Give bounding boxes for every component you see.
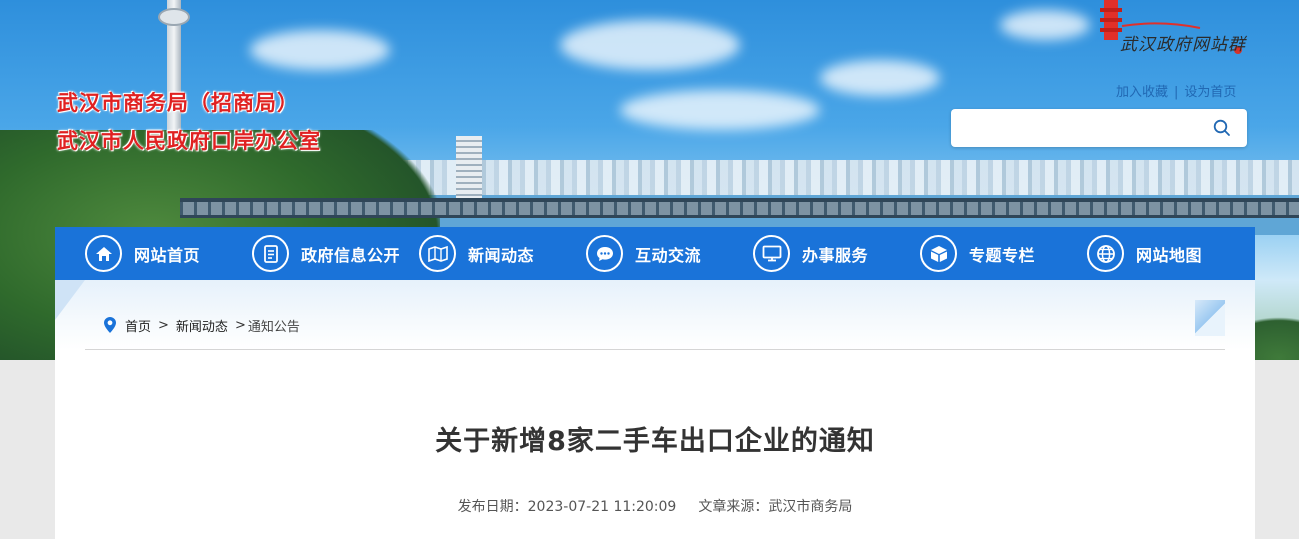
site-title-line2: 武汉市人民政府口岸办公室 xyxy=(57,129,321,153)
breadcrumb-current[interactable]: 通知公告 xyxy=(248,316,300,335)
publish-date-label: 发布日期： xyxy=(457,499,528,515)
breadcrumb: 首页 > 新闻动态 > 通知公告 xyxy=(103,315,300,335)
content-panel: 首页 > 新闻动态 > 通知公告 关于新增8家二手车出口企业的通知 发布日期：2… xyxy=(55,280,1255,539)
nav-item-sitemap[interactable]: 网站地图 xyxy=(1087,235,1202,272)
bridge xyxy=(180,198,1299,218)
nav-label: 互动交流 xyxy=(635,245,702,265)
main-nav: 网站首页 政府信息公开 新闻动态 互动交流 办事服务 专题专栏 网站地图 xyxy=(55,227,1255,280)
chat-icon xyxy=(586,235,623,272)
cube-icon xyxy=(920,235,957,272)
breadcrumb-separator: > xyxy=(234,317,246,333)
nav-item-gov-info[interactable]: 政府信息公开 xyxy=(252,235,400,272)
site-title-line1: 武汉市商务局（招商局） xyxy=(57,91,299,115)
link-separator: | xyxy=(1174,85,1179,100)
publish-date: 2023-07-21 11:20:09 xyxy=(527,499,677,515)
location-pin-icon xyxy=(104,317,116,333)
document-icon xyxy=(252,235,289,272)
article-meta: 发布日期：2023-07-21 11:20:09 文章来源：武汉市商务局 xyxy=(55,496,1255,516)
nav-item-news[interactable]: 新闻动态 xyxy=(419,235,534,272)
breadcrumb-separator: > xyxy=(158,317,169,333)
monitor-icon xyxy=(753,235,790,272)
home-icon xyxy=(85,235,122,272)
search-box xyxy=(951,109,1247,147)
search-icon[interactable] xyxy=(1213,119,1231,137)
source-label: 文章来源： xyxy=(698,499,769,515)
breadcrumb-divider xyxy=(85,349,1225,350)
breadcrumb-home[interactable]: 首页 xyxy=(125,316,151,335)
nav-label: 新闻动态 xyxy=(468,245,535,265)
cloud-decoration xyxy=(620,90,820,130)
cloud-decoration xyxy=(560,20,740,70)
breadcrumb-news[interactable]: 新闻动态 xyxy=(176,316,228,335)
cloud-decoration xyxy=(820,60,940,96)
nav-item-topics[interactable]: 专题专栏 xyxy=(920,235,1035,272)
nav-item-services[interactable]: 办事服务 xyxy=(753,235,868,272)
search-input[interactable] xyxy=(961,117,1201,139)
globe-icon xyxy=(1087,235,1124,272)
nav-label: 政府信息公开 xyxy=(301,245,401,265)
add-favorite-link[interactable]: 加入收藏 xyxy=(1116,85,1168,100)
nav-label: 办事服务 xyxy=(802,245,869,265)
article-source: 武汉市商务局 xyxy=(768,499,853,515)
nav-label: 网站首页 xyxy=(134,245,201,265)
building xyxy=(456,136,482,198)
cloud-decoration xyxy=(1000,10,1090,40)
brand-logo-text: 武汉政府网站群 xyxy=(1120,35,1246,55)
set-homepage-link[interactable]: 设为首页 xyxy=(1184,85,1236,100)
article-title: 关于新增8家二手车出口企业的通知 xyxy=(435,426,875,457)
map-news-icon xyxy=(419,235,456,272)
nav-item-home[interactable]: 网站首页 xyxy=(85,235,200,272)
nav-label: 专题专栏 xyxy=(969,245,1036,265)
tv-tower-disc xyxy=(158,8,190,26)
nav-item-interaction[interactable]: 互动交流 xyxy=(586,235,701,272)
cloud-decoration xyxy=(250,30,390,70)
corner-decoration-right xyxy=(1195,300,1225,336)
top-links: 加入收藏 | 设为首页 xyxy=(1116,81,1236,100)
corner-decoration-left xyxy=(55,280,85,320)
nav-label: 网站地图 xyxy=(1136,245,1203,265)
